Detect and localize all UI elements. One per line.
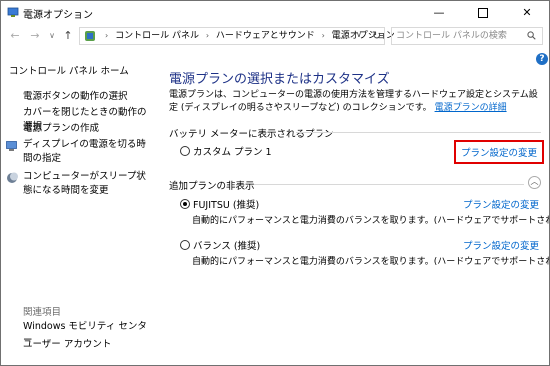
help-icon[interactable]: ? (536, 53, 548, 65)
control-panel-icon (85, 31, 95, 41)
page-title: 電源プランの選択またはカスタマイズ (169, 72, 390, 87)
main-content: ? 電源プランの選択またはカスタマイズ 電源プランは、コンピューターの電源の使用… (151, 49, 549, 365)
power-options-window: 電源オプション — ✕ ← → ∨ ↑ › コントロール パネル › ハードウェ… (0, 0, 550, 366)
additional-plans-heading: 追加プランの非表示 (169, 181, 255, 192)
up-arrow-icon[interactable]: ↑ (60, 28, 76, 44)
minimize-button[interactable]: — (417, 1, 461, 25)
address-dropdown-icon[interactable]: ∨ (356, 30, 362, 39)
forward-arrow-icon[interactable]: → (27, 28, 43, 44)
breadcrumb-chevron-icon: › (105, 31, 109, 40)
plan-name-custom[interactable]: カスタム プラン 1 (193, 144, 272, 158)
search-box[interactable] (391, 27, 543, 45)
plan-desc-fujitsu: 自動的にパフォーマンスと電力消費のバランスを取ります。(ハードウェアでサポートさ… (192, 216, 550, 226)
plan-radio-balanced[interactable] (180, 240, 190, 250)
maximize-button[interactable] (461, 1, 505, 25)
user-accounts-link[interactable]: ユーザー アカウント (23, 338, 111, 352)
moon-sleep-icon (7, 172, 18, 183)
section-divider (254, 184, 524, 185)
shield-display-icon (6, 141, 17, 151)
power-options-icon (7, 7, 19, 17)
plan-name-balanced[interactable]: バランス (推奨) (193, 238, 260, 252)
change-plan-settings-link-fujitsu[interactable]: プラン設定の変更 (463, 197, 539, 211)
section-divider (296, 132, 541, 133)
left-nav-pane: コントロール パネル ホーム 電源ボタンの動作の選択 カバーを閉じたときの動作の… (1, 49, 151, 365)
plan-name-fujitsu[interactable]: FUJITSU (推奨) (193, 197, 259, 211)
title-bar: 電源オプション — ✕ (1, 1, 549, 25)
recent-locations-icon[interactable]: ∨ (44, 28, 60, 44)
see-also-heading: 関連項目 (23, 307, 62, 318)
search-input[interactable] (396, 29, 516, 43)
plan-radio-custom[interactable] (180, 146, 190, 156)
breadcrumb-chevron-icon: › (321, 31, 325, 40)
breadcrumb-item[interactable]: ハードウェアとサウンド (216, 31, 315, 41)
power-plan-details-link[interactable]: 電源プランの詳細 (435, 103, 507, 113)
close-button[interactable]: ✕ (505, 1, 549, 25)
address-bar[interactable]: › コントロール パネル › ハードウェアとサウンド › 電源オプション ∨ ↻ (79, 27, 395, 45)
sidebar-link-create-plan[interactable]: 電源プランの作成 (23, 122, 99, 136)
breadcrumb-item[interactable]: コントロール パネル (115, 31, 199, 41)
search-icon[interactable] (527, 31, 536, 40)
back-arrow-icon[interactable]: ← (7, 28, 23, 44)
sidebar-link-display-off[interactable]: ディスプレイの電源を切る時間の指定 (23, 138, 148, 166)
battery-plans-heading: バッテリ メーターに表示されるプラン (169, 129, 334, 140)
change-plan-settings-link-balanced[interactable]: プラン設定の変更 (463, 238, 539, 252)
sidebar-link-power-button[interactable]: 電源ボタンの動作の選択 (23, 90, 128, 104)
maximize-icon (478, 8, 488, 18)
collapse-icon[interactable]: ︿ (528, 176, 541, 189)
window-title: 電源オプション (23, 10, 93, 21)
breadcrumb-chevron-icon: › (205, 31, 210, 40)
sidebar-link-sleep-time[interactable]: コンピューターがスリープ状態になる時間を変更 (23, 170, 148, 198)
breadcrumb: › コントロール パネル › ハードウェアとサウンド › 電源オプション (101, 30, 395, 42)
plan-desc-balanced: 自動的にパフォーマンスと電力消費のバランスを取ります。(ハードウェアでサポートさ… (192, 257, 550, 267)
breadcrumb-item[interactable]: 電源オプション (332, 31, 395, 41)
plan-radio-fujitsu[interactable] (180, 199, 190, 209)
control-panel-home-link[interactable]: コントロール パネル ホーム (9, 63, 129, 77)
change-plan-settings-link-custom[interactable]: プラン設定の変更 (454, 140, 545, 164)
navigation-bar: ← → ∨ ↑ › コントロール パネル › ハードウェアとサウンド › 電源オ… (1, 25, 549, 49)
page-description: 電源プランは、コンピューターの電源の使用方法を管理するハードウェア設定とシステム… (169, 90, 538, 113)
refresh-icon[interactable]: ↻ (372, 29, 381, 42)
